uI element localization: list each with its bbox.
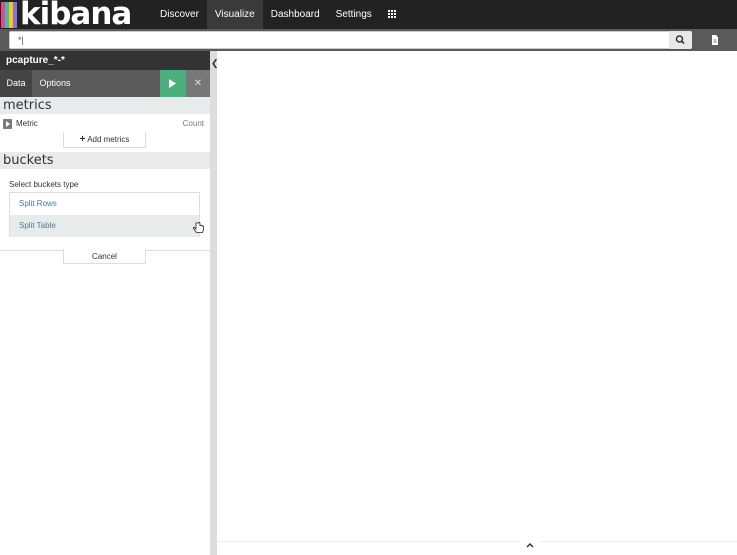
nav-dashboard[interactable]: Dashboard [263,0,328,29]
sidebar-tabs: Data Options ✕ [0,70,210,97]
apply-changes-button[interactable] [160,70,186,97]
hand-cursor-icon [193,222,204,233]
document-icon [712,35,718,45]
bottom-divider [217,541,737,542]
grid-icon [387,10,397,19]
tab-data[interactable]: Data [0,70,32,97]
chevron-up-icon [526,542,534,548]
plus-icon: + [79,134,86,145]
bucket-type-list: Split Rows Split Table [9,192,200,237]
select-buckets-label: Select buckets type [9,180,79,189]
nav-discover[interactable]: Discover [152,0,207,29]
logo-text: kibana [20,0,132,32]
metrics-heading: metrics [0,97,210,114]
bucket-option-split-table[interactable]: Split Table [10,215,199,237]
nav-settings[interactable]: Settings [328,0,380,29]
caret-right-icon[interactable] [3,119,12,129]
nav-visualize[interactable]: Visualize [206,0,263,29]
buckets-heading: buckets [0,152,210,169]
close-icon: ✕ [193,78,203,89]
add-metrics-label: Add metrics [87,135,130,144]
logo-bars [1,1,17,28]
buckets-panel: Select buckets type Split Rows Split Tab… [0,169,210,251]
save-search-button[interactable] [705,32,725,48]
add-metrics-button[interactable]: + Add metrics [63,132,146,148]
metric-label: Metric [16,119,38,128]
search-input[interactable]: *| [9,31,675,49]
spy-panel-toggle[interactable] [520,540,540,555]
query-bar: *| [0,29,737,51]
tab-options[interactable]: Options [32,70,78,97]
search-icon [675,35,685,45]
bucket-option-split-rows[interactable]: Split Rows [10,193,199,215]
discard-changes-button[interactable]: ✕ [186,70,210,97]
sidebar-resize-handle[interactable] [210,51,217,555]
search-button[interactable] [669,31,692,49]
kibana-logo[interactable]: kibana [0,0,132,32]
top-nav: kibana Discover Visualize Dashboard Sett… [0,0,737,32]
metric-row[interactable]: Metric Count [0,117,210,132]
apps-grid-button[interactable] [380,0,405,29]
cancel-button[interactable]: Cancel [63,249,146,264]
metric-value: Count [182,119,204,128]
visualization-canvas [217,51,737,555]
index-pattern-title: pcapture_*-* [0,51,210,70]
play-icon [169,79,176,88]
vis-editor-sidebar: pcapture_*-* Data Options ✕ metrics Metr… [0,51,210,555]
